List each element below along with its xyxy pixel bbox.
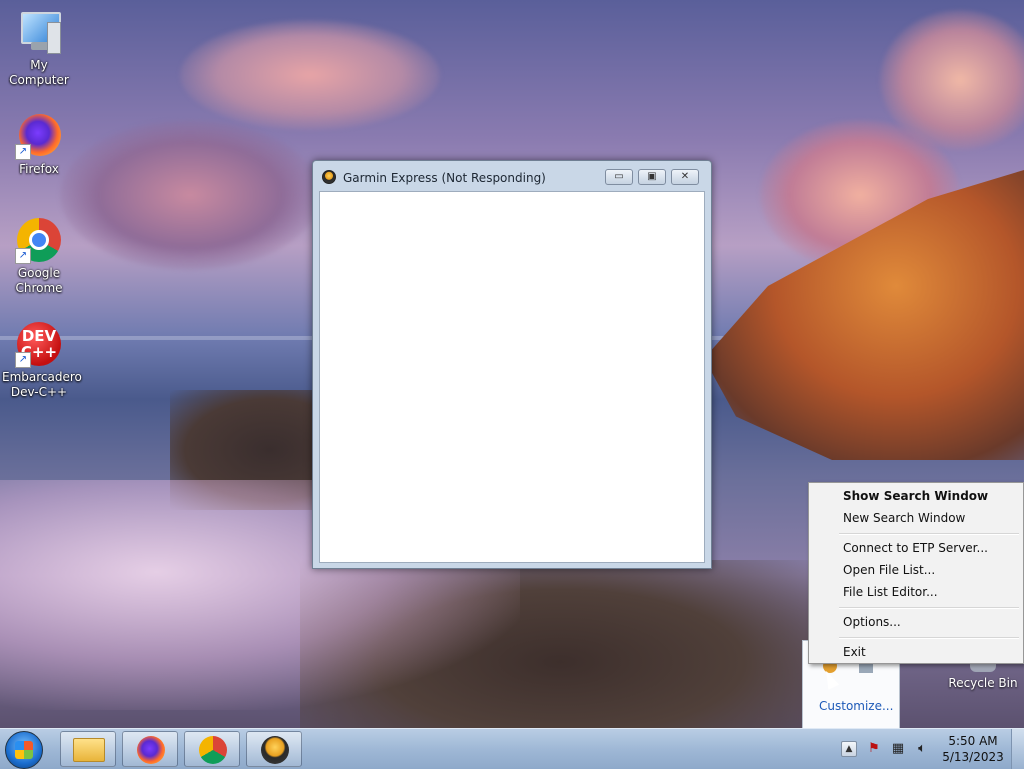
garmin-express-window[interactable]: Garmin Express (Not Responding) ▭ ▣ ✕: [312, 160, 712, 569]
taskbar: ▲ ⚑ ▦ 🔈︎ 5:50 AM 5/13/2023: [0, 728, 1024, 769]
shortcut-arrow-icon: ↗: [15, 248, 31, 264]
explorer-icon: [73, 738, 105, 762]
desktop-icon-google-chrome[interactable]: ↗ Google Chrome: [0, 216, 78, 296]
firefox-icon: [137, 736, 165, 764]
window-titlebar[interactable]: Garmin Express (Not Responding) ▭ ▣ ✕: [313, 161, 711, 191]
shortcut-arrow-icon: ↗: [15, 144, 31, 160]
wallpaper-cloud: [60, 120, 320, 270]
garmin-icon: [261, 736, 289, 764]
menu-separator: [839, 607, 1019, 609]
desktop-icon-label: Firefox: [19, 162, 59, 176]
desktop-icon-label: My Computer: [9, 58, 69, 87]
desktop-icon-label: Embarcadero Dev-C++: [2, 370, 82, 399]
minimize-button[interactable]: ▭: [605, 169, 633, 185]
desktop-icon-label: Google Chrome: [15, 266, 63, 295]
maximize-button[interactable]: ▣: [638, 169, 666, 185]
menu-item-open-file-list[interactable]: Open File List...: [843, 563, 935, 577]
start-button[interactable]: [5, 731, 43, 769]
taskbar-explorer-button[interactable]: [60, 731, 116, 767]
menu-separator: [839, 637, 1019, 639]
desktop-icon-label: Recycle Bin: [948, 676, 1018, 690]
menu-item-connect-etp-server[interactable]: Connect to ETP Server...: [843, 541, 988, 555]
desktop-icon-my-computer[interactable]: My Computer: [0, 8, 78, 88]
tray-context-menu: Show Search Window New Search Window Con…: [808, 482, 1024, 664]
network-icon[interactable]: ▦: [890, 741, 906, 757]
menu-item-exit[interactable]: Exit: [843, 645, 866, 659]
customize-link[interactable]: Customize...: [819, 699, 893, 713]
taskbar-chrome-button[interactable]: [184, 731, 240, 767]
menu-item-options[interactable]: Options...: [843, 615, 901, 629]
system-clock[interactable]: 5:50 AM 5/13/2023: [938, 733, 1008, 765]
window-title: Garmin Express (Not Responding): [343, 171, 546, 185]
windows-logo-icon: [15, 741, 33, 759]
volume-icon[interactable]: 🔈︎: [914, 741, 930, 757]
taskbar-garmin-button[interactable]: [246, 731, 302, 767]
window-client-area[interactable]: [319, 191, 705, 563]
computer-icon: [15, 8, 63, 56]
show-desktop-button[interactable]: [1011, 729, 1024, 769]
close-button[interactable]: ✕: [671, 169, 699, 185]
menu-item-file-list-editor[interactable]: File List Editor...: [843, 585, 938, 599]
action-center-flag-icon[interactable]: ⚑: [866, 741, 882, 757]
menu-separator: [839, 533, 1019, 535]
taskbar-firefox-button[interactable]: [122, 731, 178, 767]
chrome-icon: ↗: [15, 216, 63, 264]
menu-item-new-search-window[interactable]: New Search Window: [843, 511, 965, 525]
clock-date: 5/13/2023: [942, 750, 1004, 764]
devcpp-icon: DEV C++ ↗: [15, 320, 63, 368]
chrome-icon: [199, 736, 227, 764]
firefox-icon: ↗: [15, 112, 63, 160]
shortcut-arrow-icon: ↗: [15, 352, 31, 368]
show-hidden-icons-button[interactable]: ▲: [841, 741, 857, 757]
wallpaper-cloud: [180, 20, 440, 130]
garmin-icon: [322, 170, 336, 184]
clock-time: 5:50 AM: [948, 734, 998, 748]
desktop-icon-firefox[interactable]: ↗ Firefox: [0, 112, 78, 177]
desktop-icon-devcpp[interactable]: DEV C++ ↗ Embarcadero Dev-C++: [0, 320, 82, 400]
menu-item-show-search-window[interactable]: Show Search Window: [843, 489, 988, 503]
